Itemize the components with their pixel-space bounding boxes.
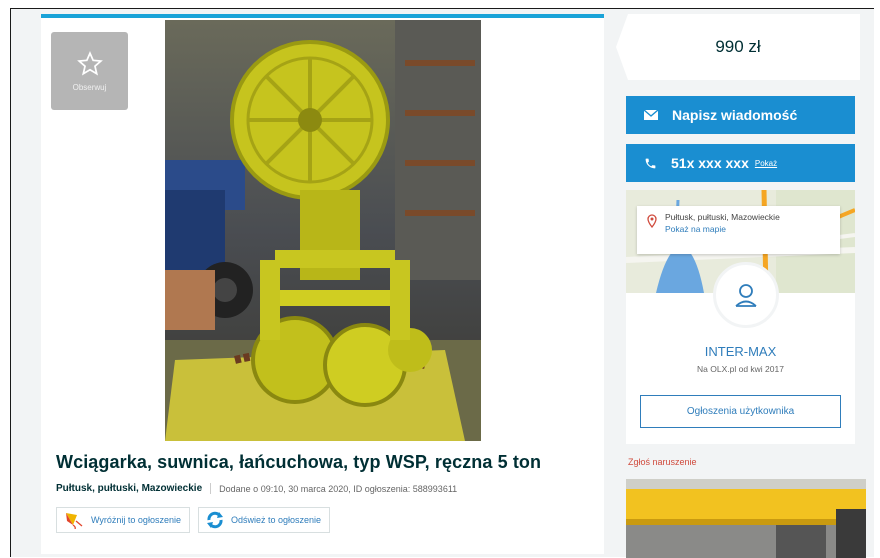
message-label: Napisz wiadomość [672,107,798,123]
related-ad-image [626,479,866,558]
refresh-icon [206,511,223,529]
report-link[interactable]: Zgłoś naruszenie [628,457,697,467]
listing-added: Dodane o 09:10, 30 marca 2020, ID ogłosz… [219,483,458,494]
follow-label: Obserwuj [72,82,107,92]
map-location-popup: Pułtusk, pułtuski, Mazowieckie Pokaż na … [637,206,840,254]
meta-divider [210,483,212,494]
listing-actions: Wyróżnij to ogłoszenie Odśwież to ogłosz… [56,507,331,533]
listing-meta: Pułtusk, pułtuski, Mazowieckie Dodane o … [56,483,457,494]
related-ad-thumbnail[interactable] [626,479,866,558]
show-on-map-link[interactable]: Pokaż na mapie [665,224,832,234]
follow-button[interactable]: Obserwuj [51,32,128,110]
seller-since: Na OLX.pl od kwi 2017 [697,364,784,374]
seller-card: Pułtusk, pułtuski, Mazowieckie Pokaż na … [626,190,855,444]
user-icon [735,284,757,307]
seller-name[interactable]: INTER-MAX [626,344,855,359]
page-edge [874,8,880,558]
listing-card: Obserwuj Wciągarka, suwnica, łańcuchowa,… [41,14,604,554]
phone-number: 51x xxx xxx [671,155,749,171]
promote-label: Wyróżnij to ogłoszenie [91,515,181,525]
user-ads-button[interactable]: Ogłoszenia użytkownika [640,395,841,428]
price: 990 zł [715,37,761,56]
promote-button[interactable]: Wyróżnij to ogłoszenie [56,507,190,533]
phone-icon [645,158,656,168]
price-box: 990 zł [616,14,860,80]
listing-location: Pułtusk, pułtuski, Mazowieckie [56,483,203,494]
refresh-button[interactable]: Odśwież to ogłoszenie [197,507,331,533]
star-icon [76,50,103,76]
message-button[interactable]: Napisz wiadomość [626,96,855,134]
phone-button[interactable]: 51x xxx xxx Pokaż [626,144,855,182]
envelope-icon [644,110,658,120]
kite-icon [66,513,83,529]
map-pin-icon [647,214,657,228]
refresh-label: Odśwież to ogłoszenie [230,515,322,525]
listing-photo[interactable] [165,20,481,441]
map-location-text: Pułtusk, pułtuski, Mazowieckie [665,212,780,222]
phone-show-link[interactable]: Pokaż [755,159,777,168]
listing-photo-image [165,20,481,441]
listing-title: Wciągarka, suwnica, łańcuchowa, typ WSP,… [56,452,542,472]
seller-avatar [713,262,779,328]
